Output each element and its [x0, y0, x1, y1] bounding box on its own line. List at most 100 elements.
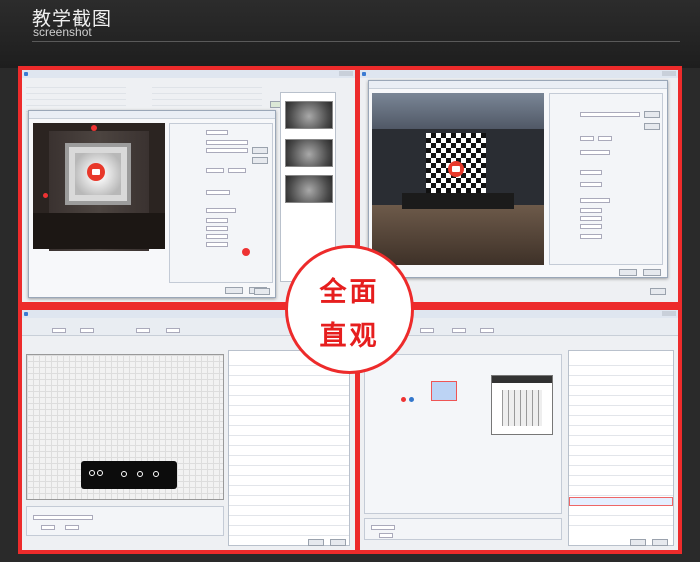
align-select[interactable]: [480, 328, 494, 333]
list-item-selected[interactable]: [569, 497, 673, 506]
cancel-button[interactable]: [330, 539, 346, 546]
hotspot-marker[interactable]: [91, 125, 97, 131]
cancel-button[interactable]: [643, 269, 661, 276]
browse-button[interactable]: [252, 147, 268, 154]
list-item[interactable]: [229, 427, 349, 436]
distorted-field[interactable]: [580, 234, 602, 239]
z-field[interactable]: [580, 224, 602, 229]
camera-icon[interactable]: [87, 163, 105, 181]
list-item[interactable]: [569, 507, 673, 516]
save-button[interactable]: [650, 288, 666, 295]
view-cone[interactable]: [431, 381, 457, 401]
list-item[interactable]: [569, 467, 673, 476]
rotation-field[interactable]: [580, 170, 602, 175]
list-item[interactable]: [569, 417, 673, 426]
name-field[interactable]: [33, 515, 93, 520]
list-item[interactable]: [229, 447, 349, 456]
width-field[interactable]: [580, 136, 594, 141]
list-item[interactable]: [569, 457, 673, 466]
list-item[interactable]: [229, 457, 349, 466]
properties-panel: [364, 518, 562, 540]
name-field[interactable]: [371, 525, 395, 530]
zoom-select[interactable]: [136, 328, 150, 333]
x-field[interactable]: [580, 208, 602, 213]
preview-thumbnail[interactable]: [285, 139, 333, 167]
hotspot-marker[interactable]: [43, 193, 48, 198]
y-field[interactable]: [65, 525, 79, 530]
list-item[interactable]: [229, 487, 349, 496]
preview-thumbnail[interactable]: [285, 101, 333, 129]
properties-panel: [26, 506, 224, 536]
list-item[interactable]: [569, 427, 673, 436]
id-field[interactable]: [206, 140, 248, 145]
list-item[interactable]: [229, 517, 349, 526]
list-item[interactable]: [229, 497, 349, 506]
y-field[interactable]: [206, 226, 228, 231]
list-item[interactable]: [569, 367, 673, 376]
rotation-field[interactable]: [206, 190, 230, 195]
list-item[interactable]: [229, 467, 349, 476]
cursor-marker: [242, 248, 250, 256]
list-item[interactable]: [229, 417, 349, 426]
layout-canvas[interactable]: [26, 354, 224, 500]
browse-button[interactable]: [252, 157, 268, 164]
height-field[interactable]: [80, 328, 94, 333]
list-item[interactable]: [229, 387, 349, 396]
list-item[interactable]: [229, 477, 349, 486]
render-select[interactable]: [580, 198, 610, 203]
control-bar[interactable]: [81, 461, 177, 489]
y-field[interactable]: [580, 216, 602, 221]
x-field[interactable]: [206, 218, 228, 223]
width-field[interactable]: [52, 328, 66, 333]
z-field[interactable]: [206, 234, 228, 239]
preview-thumbnail[interactable]: [285, 175, 333, 203]
height-field[interactable]: [598, 136, 612, 141]
list-item[interactable]: [569, 477, 673, 486]
map-canvas[interactable]: [364, 354, 562, 514]
list-item[interactable]: [569, 377, 673, 386]
browse-button[interactable]: [644, 111, 660, 118]
align-select[interactable]: [166, 328, 180, 333]
list-item[interactable]: [229, 397, 349, 406]
list-item[interactable]: [569, 357, 673, 366]
scale-field[interactable]: [206, 242, 228, 247]
list-item[interactable]: [569, 407, 673, 416]
hotspot-properties: [169, 123, 273, 283]
save-button[interactable]: [254, 288, 270, 295]
location-pin-icon[interactable]: [401, 397, 406, 402]
browse-button[interactable]: [644, 123, 660, 130]
list-item[interactable]: [569, 397, 673, 406]
list-item[interactable]: [229, 407, 349, 416]
list-item[interactable]: [229, 527, 349, 536]
ok-button[interactable]: [308, 539, 324, 546]
panorama-view[interactable]: [33, 123, 165, 251]
width-field[interactable]: [206, 168, 224, 173]
location-pin-icon[interactable]: [409, 397, 414, 402]
x-field[interactable]: [379, 533, 393, 538]
ok-button[interactable]: [225, 287, 243, 294]
scale-field[interactable]: [580, 182, 602, 187]
list-item[interactable]: [229, 377, 349, 386]
list-item[interactable]: [569, 447, 673, 456]
ok-button[interactable]: [630, 539, 646, 546]
x-field[interactable]: [41, 525, 55, 530]
cancel-button[interactable]: [652, 539, 668, 546]
camera-icon[interactable]: [448, 161, 464, 177]
list-item[interactable]: [229, 437, 349, 446]
file-field[interactable]: [580, 112, 640, 117]
mode-select[interactable]: [580, 150, 610, 155]
list-item[interactable]: [229, 507, 349, 516]
file-field[interactable]: [206, 148, 248, 153]
ok-button[interactable]: [619, 269, 637, 276]
list-item[interactable]: [569, 487, 673, 496]
list-item[interactable]: [569, 437, 673, 446]
panorama-view[interactable]: [372, 93, 544, 265]
width-field[interactable]: [420, 328, 434, 333]
mode-select[interactable]: [206, 208, 236, 213]
list-item[interactable]: [569, 387, 673, 396]
height-field[interactable]: [228, 168, 246, 173]
type-select[interactable]: [206, 130, 228, 135]
center-badge: 全面 直观: [285, 245, 414, 374]
list-item[interactable]: [569, 517, 673, 526]
zoom-select[interactable]: [452, 328, 466, 333]
